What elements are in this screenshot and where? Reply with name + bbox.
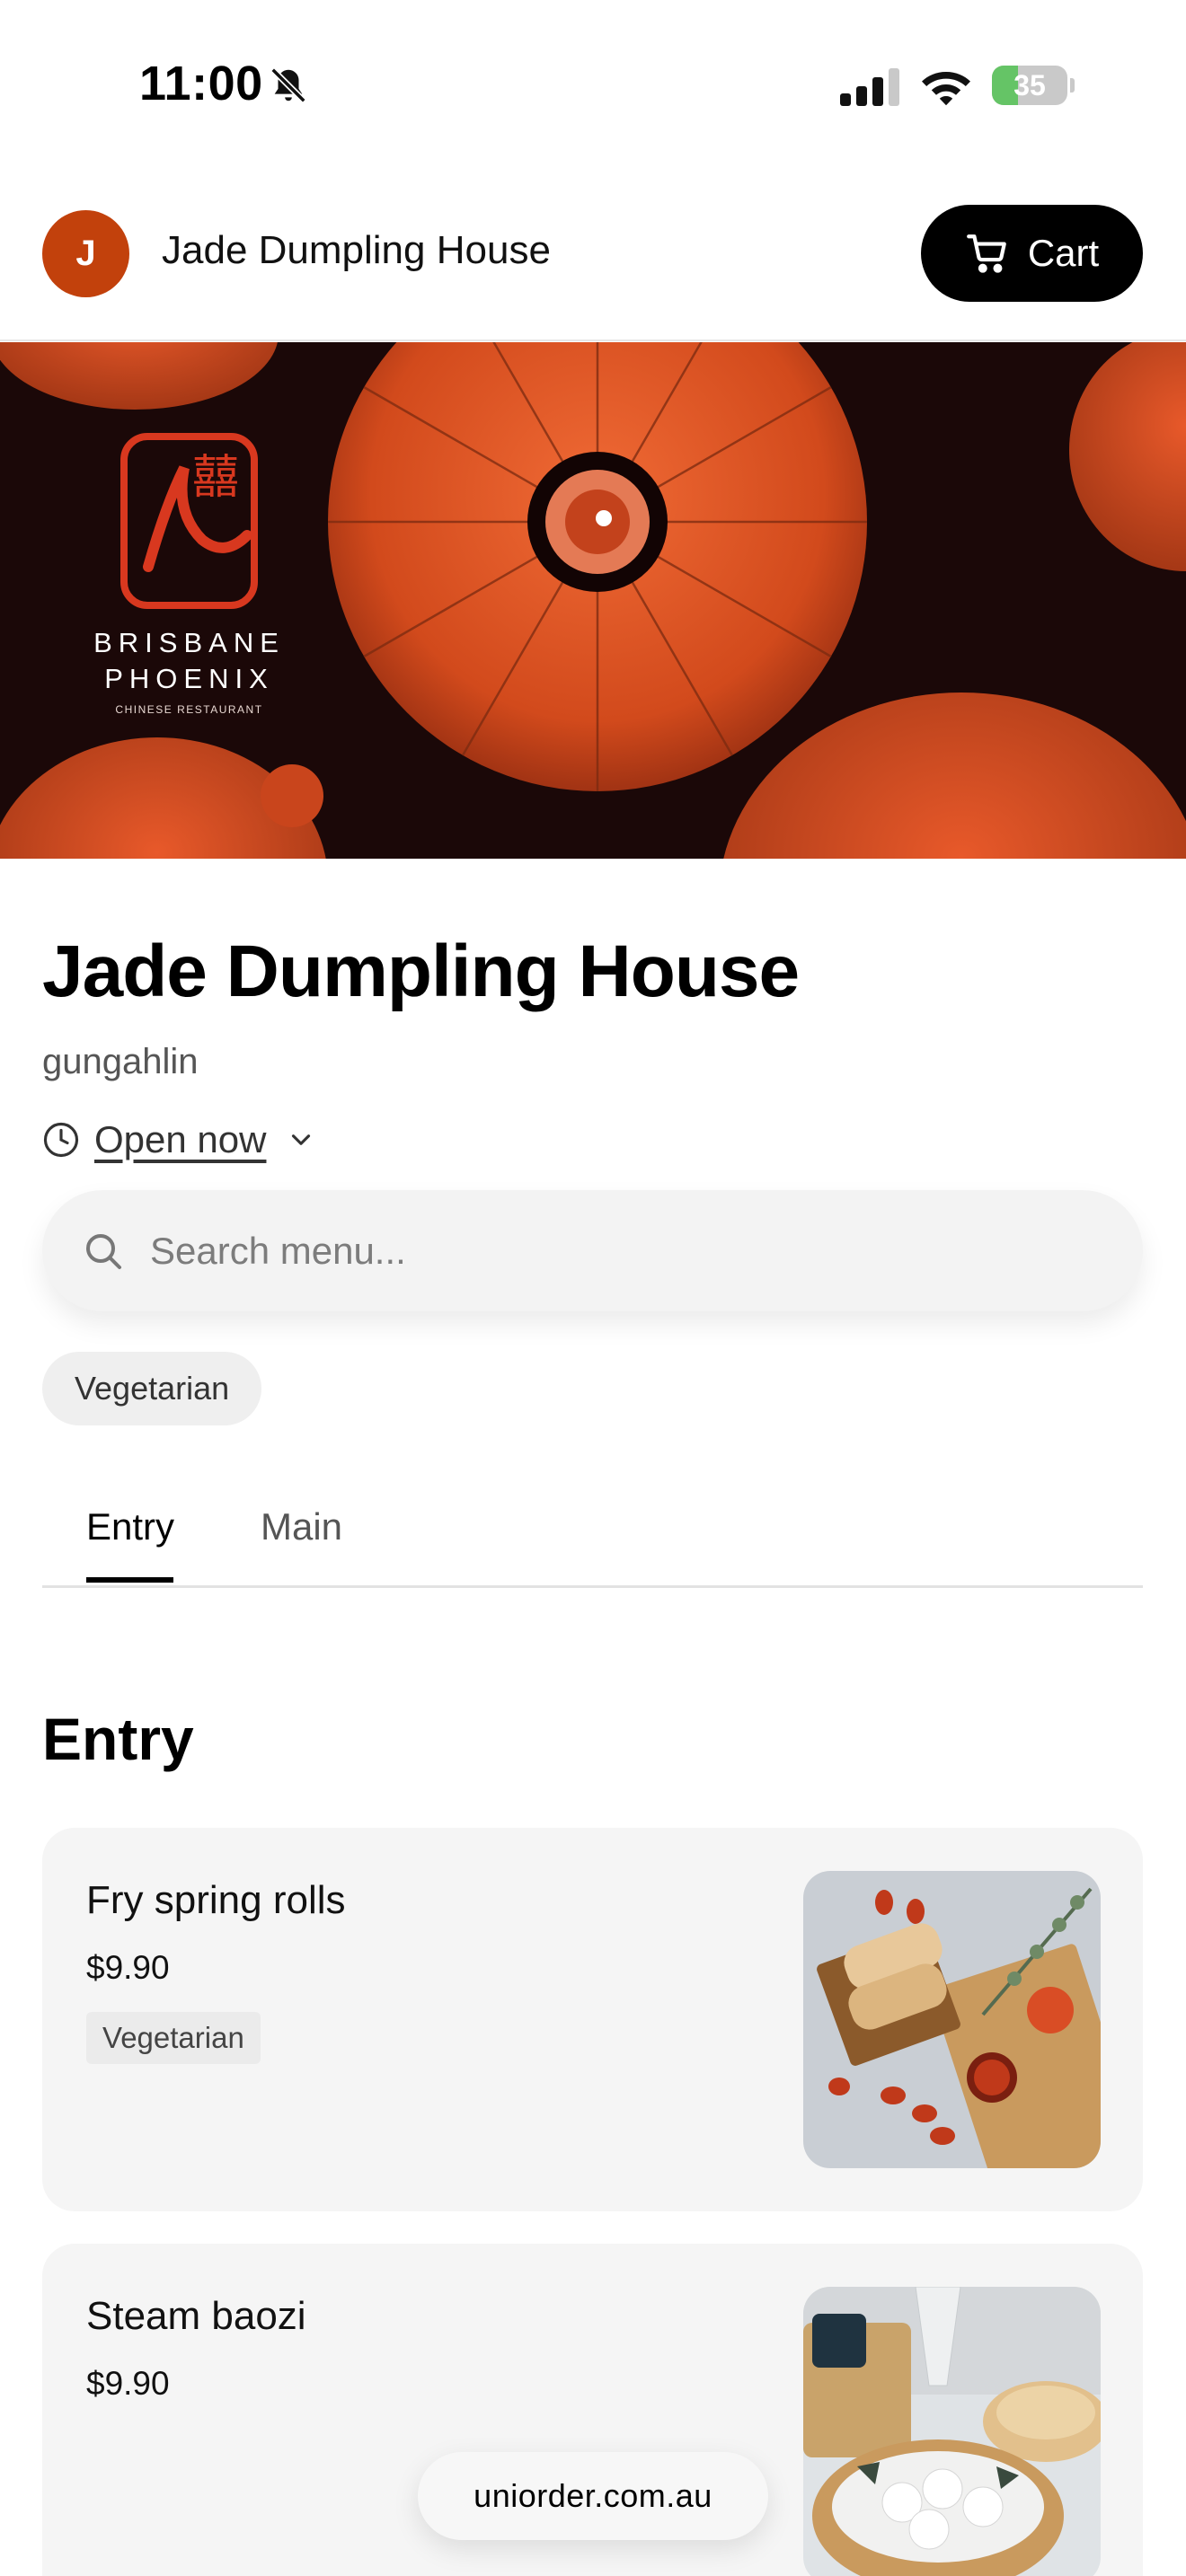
item-price: $9.90 bbox=[86, 1949, 170, 1986]
baozi-steamer-photo[interactable] bbox=[803, 2287, 1101, 2576]
active-tab-indicator bbox=[86, 1577, 173, 1583]
lanterns-photo: 囍 bbox=[0, 342, 1186, 859]
cart-button[interactable]: Cart bbox=[921, 205, 1143, 302]
cart-label: Cart bbox=[1027, 232, 1100, 274]
restaurant-location: gungahlin bbox=[42, 1042, 199, 1081]
search-icon bbox=[86, 1233, 121, 1269]
hero-banner: 囍 BRISBANE PHOENIX CHINESE RESTAURANT bbox=[0, 342, 1186, 859]
hero-brand-line1: BRISBANE bbox=[93, 627, 285, 658]
battery-percent: 35 bbox=[1013, 69, 1046, 101]
search-box[interactable] bbox=[42, 1190, 1143, 1311]
domain-badge[interactable]: uniorder.com.au bbox=[418, 2452, 768, 2540]
header-title: Jade Dumpling House bbox=[162, 228, 551, 272]
status-bar: 11:00 35 bbox=[0, 0, 1186, 171]
logo-glyph: 囍 bbox=[192, 451, 239, 505]
chevron-down-icon[interactable] bbox=[286, 1125, 316, 1155]
app-header: J Jade Dumpling House Cart bbox=[0, 171, 1186, 341]
section-title: Entry bbox=[42, 1706, 194, 1772]
item-tag: Vegetarian bbox=[86, 2012, 261, 2064]
filter-chip-vegetarian[interactable]: Vegetarian bbox=[42, 1352, 262, 1425]
tab-main[interactable]: Main bbox=[261, 1505, 342, 1586]
spring-rolls-photo[interactable] bbox=[803, 1871, 1101, 2168]
cellular-signal-icon bbox=[840, 68, 899, 106]
wifi-icon bbox=[922, 72, 970, 106]
battery-charging-icon: 35 bbox=[992, 66, 1075, 105]
hours-toggle[interactable]: Open now bbox=[42, 1118, 316, 1161]
clock-icon bbox=[43, 1122, 79, 1158]
menu-item-card[interactable]: Fry spring rolls $9.90 Vegetarian bbox=[42, 1828, 1143, 2211]
item-price: $9.90 bbox=[86, 2365, 170, 2402]
hours-status[interactable]: Open now bbox=[94, 1118, 266, 1161]
restaurant-name: Jade Dumpling House bbox=[42, 931, 800, 1012]
hero-brand-line2: PHOENIX bbox=[104, 663, 274, 694]
bell-slash-icon bbox=[270, 67, 306, 103]
menu-tabs: Entry Main bbox=[42, 1473, 1143, 1588]
tab-entry[interactable]: Entry bbox=[86, 1505, 174, 1586]
hero-brand-tagline: CHINESE RESTAURANT bbox=[115, 703, 263, 716]
search-input[interactable] bbox=[150, 1229, 1093, 1273]
item-name: Fry spring rolls bbox=[86, 1878, 346, 1922]
shopping-cart-icon bbox=[966, 234, 1006, 273]
status-time: 11:00 bbox=[139, 57, 263, 110]
item-name: Steam baozi bbox=[86, 2294, 306, 2338]
avatar[interactable]: J bbox=[42, 210, 129, 297]
